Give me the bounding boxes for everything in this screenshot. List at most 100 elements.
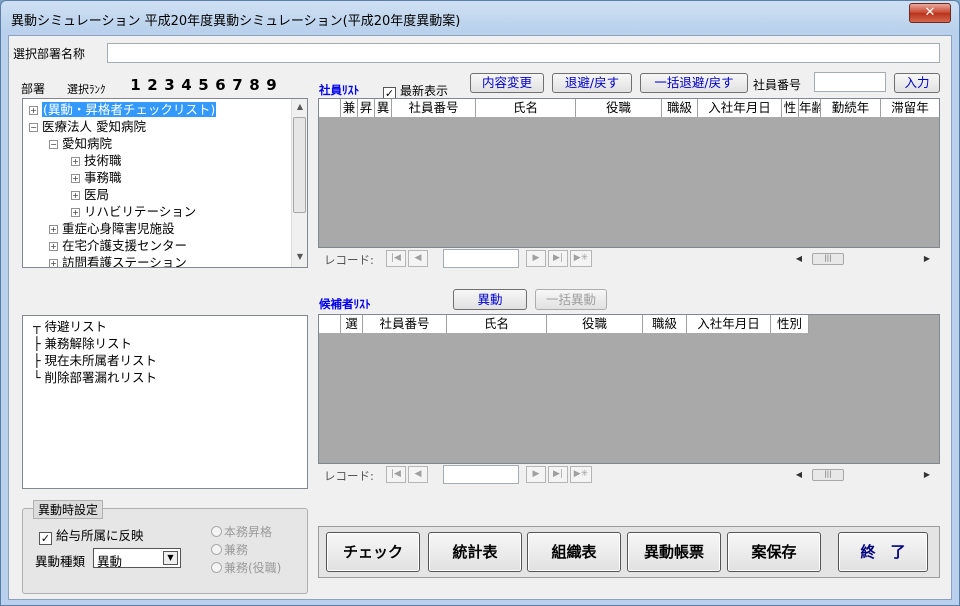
col-concurrent[interactable]: 兼 (341, 99, 358, 117)
emp-no-input[interactable] (814, 72, 886, 92)
scroll-left-icon[interactable]: ◀ (792, 467, 806, 483)
special-lists-panel[interactable]: ┬ 待避リスト ├ 兼務解除リスト ├ 現在未所属者リスト └ 削除部署漏れリス… (22, 315, 308, 489)
expand-icon[interactable]: + (49, 225, 58, 234)
bulk-evacuate-return-button[interactable]: 一括退避/戻す (640, 73, 748, 93)
scroll-down-icon[interactable]: ▼ (292, 249, 308, 265)
col-grade[interactable]: 職級 (662, 99, 698, 117)
prev-record-icon[interactable]: ◀ (408, 250, 428, 267)
col-hire-date[interactable]: 入社年月日 (698, 99, 782, 117)
list-item-unassigned[interactable]: ├ 現在未所属者リスト (33, 352, 157, 369)
col-promotion[interactable]: 昇 (358, 99, 375, 117)
list-item-deleted-dept[interactable]: └ 削除部署漏れリスト (33, 369, 157, 386)
collapse-icon[interactable]: − (49, 140, 58, 149)
row-selector-header[interactable] (319, 99, 341, 117)
org-chart-button[interactable]: 組織表 (527, 532, 621, 572)
employee-hscrollbar[interactable]: ◀ ||| ▶ (788, 251, 936, 267)
col-name[interactable]: 氏名 (476, 99, 576, 117)
last-record-icon[interactable]: ▶| (548, 250, 568, 267)
col-select[interactable]: 選 (341, 315, 363, 333)
last-record-icon[interactable]: ▶| (548, 466, 568, 483)
chevron-down-icon[interactable]: ▼ (163, 551, 178, 565)
expand-icon[interactable]: + (71, 157, 80, 166)
rank-9[interactable]: 9 (263, 76, 280, 94)
new-record-icon[interactable]: ▶✳ (570, 466, 592, 483)
tree-item-office[interactable]: + 事務職 (71, 170, 122, 186)
rank-4[interactable]: 4 (178, 76, 195, 94)
expand-icon[interactable]: + (49, 242, 58, 251)
candidate-grid[interactable]: 選 社員番号 氏名 役職 職級 入社年月日 性別 (318, 314, 940, 464)
scroll-thumb[interactable] (293, 117, 306, 213)
col-tenure[interactable]: 勤続年 (821, 99, 881, 117)
col-position[interactable]: 役職 (547, 315, 643, 333)
col-emp-no[interactable]: 社員番号 (363, 315, 447, 333)
next-record-icon[interactable]: ▶ (526, 466, 546, 483)
stats-button[interactable]: 統計表 (428, 532, 522, 572)
first-record-icon[interactable]: |◀ (386, 250, 406, 267)
tree-item-disability-facility[interactable]: + 重症心身障害児施設 (49, 221, 175, 237)
tree-item-rehab[interactable]: + リハビリテーション (71, 204, 196, 220)
transfer-report-button[interactable]: 異動帳票 (627, 532, 721, 572)
col-grade[interactable]: 職級 (643, 315, 687, 333)
scroll-thumb[interactable]: ||| (812, 469, 844, 481)
check-button[interactable]: チェック (326, 532, 420, 572)
expand-icon[interactable]: + (71, 191, 80, 200)
employee-grid[interactable]: 兼 昇 異 社員番号 氏名 役職 職級 入社年月日 性 年齢 勤続年 滞留年 (318, 98, 940, 248)
collapse-icon[interactable]: − (29, 123, 38, 132)
col-transfer[interactable]: 異 (375, 99, 392, 117)
prev-record-icon[interactable]: ◀ (408, 466, 428, 483)
exit-button[interactable]: 終 了 (838, 532, 928, 572)
expand-icon[interactable]: + (49, 259, 58, 267)
tree-item-medical[interactable]: + 医局 (71, 187, 109, 203)
tree-item-corporation[interactable]: − 医療法人 愛知病院 (29, 119, 146, 135)
dept-tree[interactable]: + (異動・昇格者チェックリスト) − 医療法人 愛知病院 − 愛知病院 + 技術職 +… (22, 98, 308, 268)
scroll-right-icon[interactable]: ▶ (920, 467, 934, 483)
col-stay[interactable]: 滞留年 (881, 99, 939, 117)
col-age[interactable]: 年齢 (799, 99, 821, 117)
rank-5[interactable]: 5 (195, 76, 212, 94)
expand-icon[interactable]: + (29, 106, 38, 115)
reflect-salary-toggle[interactable]: ✓ 給与所属に反映 (39, 525, 144, 545)
rank-3[interactable]: 3 (161, 76, 178, 94)
scroll-thumb[interactable]: ||| (812, 253, 844, 265)
tree-item-hospital[interactable]: − 愛知病院 (49, 136, 112, 152)
scroll-up-icon[interactable]: ▲ (292, 99, 308, 115)
tree-item-technical[interactable]: + 技術職 (71, 153, 122, 169)
scroll-left-icon[interactable]: ◀ (792, 251, 806, 267)
title-bar[interactable]: 異動シミュレーション 平成20年度異動シミュレーション(平成20年度異動案) ✕ (1, 1, 959, 35)
col-position[interactable]: 役職 (576, 99, 662, 117)
col-name[interactable]: 氏名 (447, 315, 547, 333)
dept-name-field[interactable] (107, 43, 940, 63)
save-draft-button[interactable]: 案保存 (727, 532, 821, 572)
expand-icon[interactable]: + (71, 208, 80, 217)
col-emp-no[interactable]: 社員番号 (392, 99, 476, 117)
tree-item-home-care[interactable]: + 在宅介護支援センター (49, 238, 187, 254)
col-gender[interactable]: 性別 (771, 315, 809, 333)
col-hire-date[interactable]: 入社年月日 (687, 315, 771, 333)
row-selector-header[interactable] (319, 315, 341, 333)
rank-6[interactable]: 6 (212, 76, 229, 94)
rank-7[interactable]: 7 (229, 76, 246, 94)
evacuate-return-button[interactable]: 退避/戻す (552, 73, 632, 93)
rank-1[interactable]: 1 (127, 76, 144, 94)
list-item-concurrent-release[interactable]: ├ 兼務解除リスト (33, 335, 132, 352)
tree-item-visiting-nurse[interactable]: + 訪問看護ステーション (49, 255, 187, 267)
input-button[interactable]: 入力 (894, 73, 940, 93)
transfer-type-select[interactable]: 異動 ▼ (93, 548, 181, 569)
list-item-evacuation[interactable]: ┬ 待避リスト (33, 318, 107, 335)
next-record-icon[interactable]: ▶ (526, 250, 546, 267)
record-number-input[interactable] (443, 249, 519, 268)
candidate-hscrollbar[interactable]: ◀ ||| ▶ (788, 467, 936, 483)
content-change-button[interactable]: 内容変更 (470, 73, 544, 93)
expand-icon[interactable]: + (71, 174, 80, 183)
close-window-button[interactable]: ✕ (909, 3, 951, 23)
record-number-input[interactable] (443, 465, 519, 484)
rank-8[interactable]: 8 (246, 76, 263, 94)
rank-2[interactable]: 2 (144, 76, 161, 94)
col-gender[interactable]: 性 (782, 99, 799, 117)
first-record-icon[interactable]: |◀ (386, 466, 406, 483)
new-record-icon[interactable]: ▶✳ (570, 250, 592, 267)
tree-vscrollbar[interactable]: ▲ ▼ (291, 99, 307, 267)
scroll-right-icon[interactable]: ▶ (920, 251, 934, 267)
tree-item-checklist[interactable]: + (異動・昇格者チェックリスト) (29, 102, 217, 118)
reflect-salary-checkbox[interactable]: ✓ (39, 532, 52, 545)
